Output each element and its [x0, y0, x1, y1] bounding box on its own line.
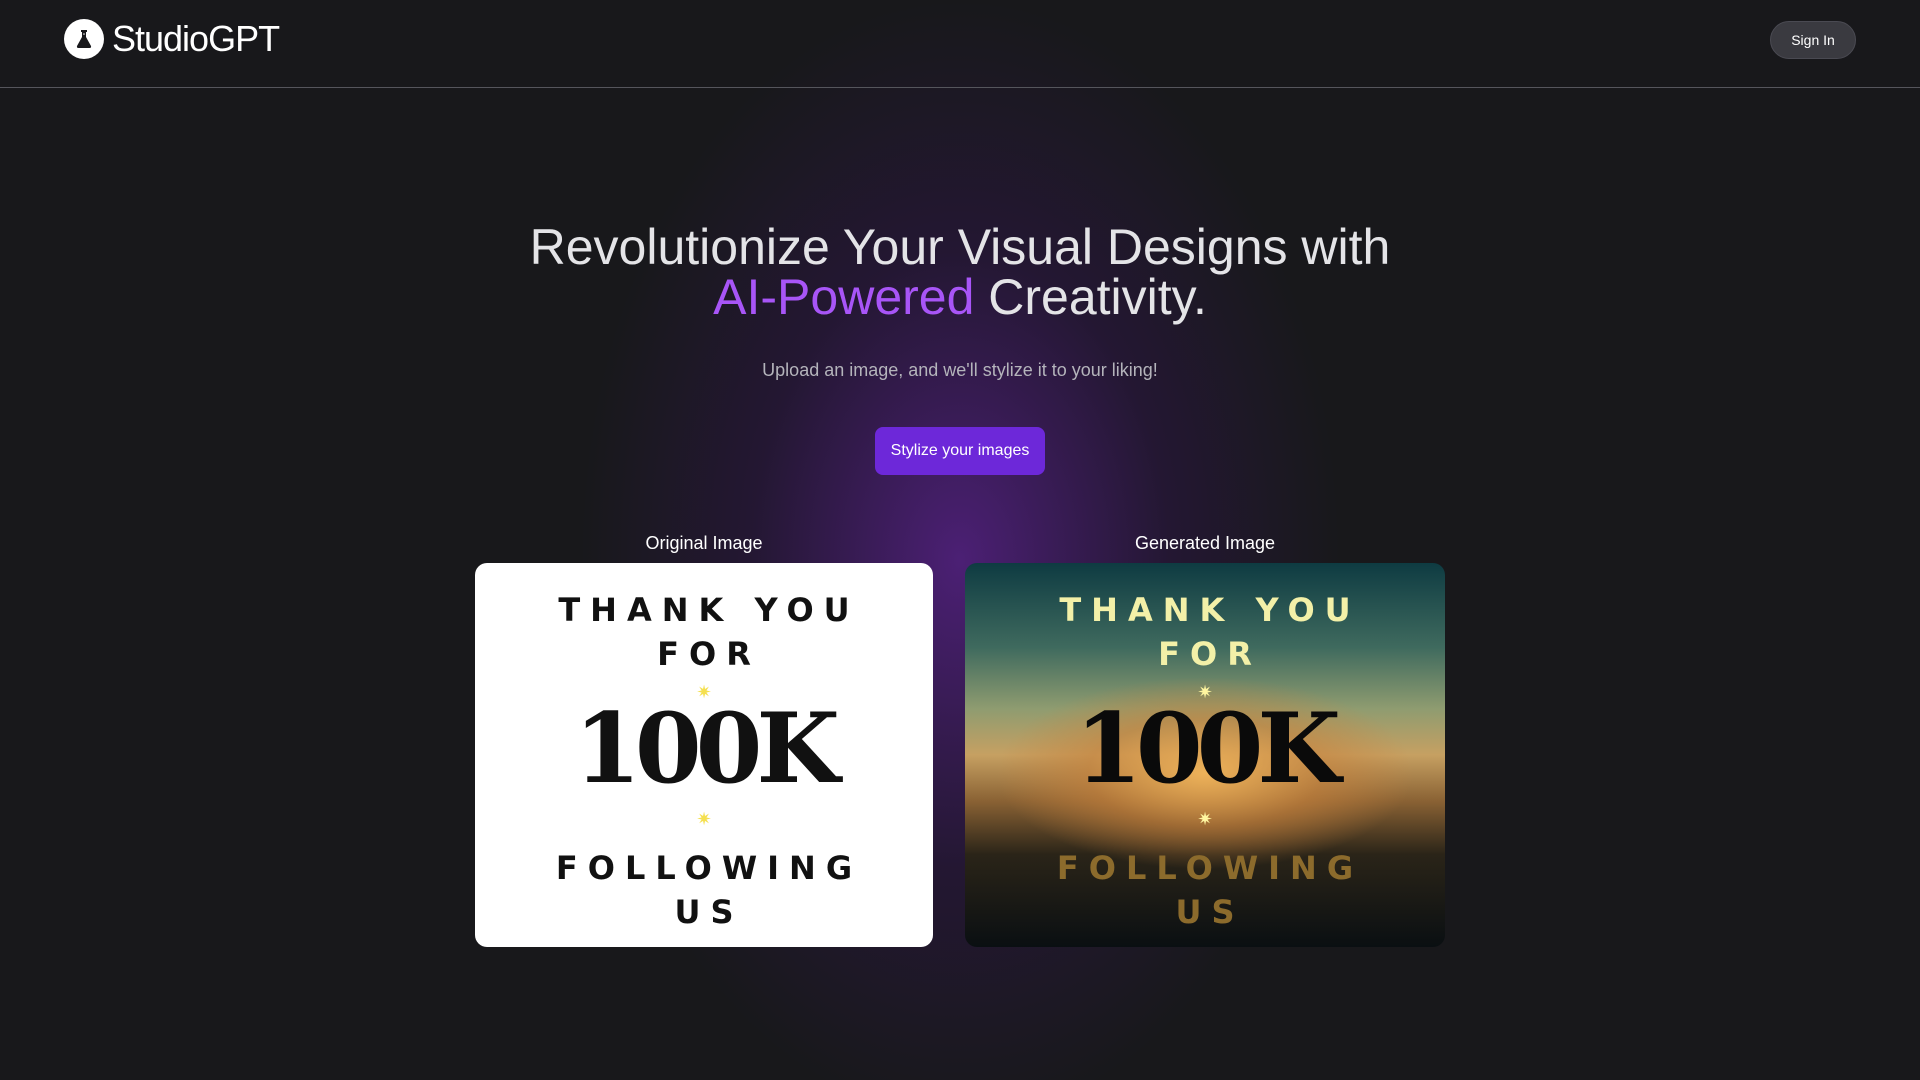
original-image: THANK YOU FOR ✷ 100K ✷ FOLLOWING US — [475, 563, 933, 947]
poster-line-thank-you: THANK YOU — [558, 591, 860, 629]
poster-line-for: FOR — [657, 635, 761, 673]
site-header: StudioGPT Sign In — [0, 0, 1920, 88]
brand-name: StudioGPT — [112, 18, 280, 59]
generated-image-label: Generated Image — [1134, 533, 1276, 553]
poster-big-number: 100K — [574, 692, 840, 805]
generated-poster: THANK YOU FOR ✷ 100K ✷ FOLLOWING US — [965, 563, 1445, 947]
sparkle-icon: ✷ — [696, 809, 712, 829]
hero-title: Revolutionize Your Visual Designs with A… — [0, 222, 1920, 322]
stylize-images-button[interactable]: Stylize your images — [875, 427, 1045, 475]
hero-title-rest: Creativity. — [974, 269, 1207, 325]
landing-page: StudioGPT Sign In Revolutionize Your Vis… — [0, 0, 1920, 1080]
brand-logo-link[interactable]: StudioGPT — [64, 18, 280, 60]
flask-icon — [64, 19, 104, 59]
hero-title-line1: Revolutionize Your Visual Designs with — [529, 219, 1391, 275]
poster-line-for: FOR — [1158, 635, 1262, 673]
poster-line-following: FOLLOWING — [555, 849, 863, 887]
hero-title-accent: AI-Powered — [713, 269, 975, 325]
poster-line-following: FOLLOWING — [1056, 849, 1364, 887]
poster-line-us: US — [1175, 893, 1245, 931]
original-image-label: Original Image — [645, 533, 763, 553]
poster-line-thank-you: THANK YOU — [1059, 591, 1361, 629]
poster-big-number: 100K — [1075, 692, 1341, 805]
poster-line-us: US — [674, 893, 744, 931]
original-poster: THANK YOU FOR ✷ 100K ✷ FOLLOWING US — [475, 563, 933, 947]
hero-subtitle: Upload an image, and we'll stylize it to… — [762, 360, 1158, 380]
sparkle-icon: ✷ — [1197, 809, 1213, 829]
generated-image: THANK YOU FOR ✷ 100K ✷ FOLLOWING US — [965, 563, 1445, 947]
sign-in-button[interactable]: Sign In — [1770, 21, 1856, 59]
